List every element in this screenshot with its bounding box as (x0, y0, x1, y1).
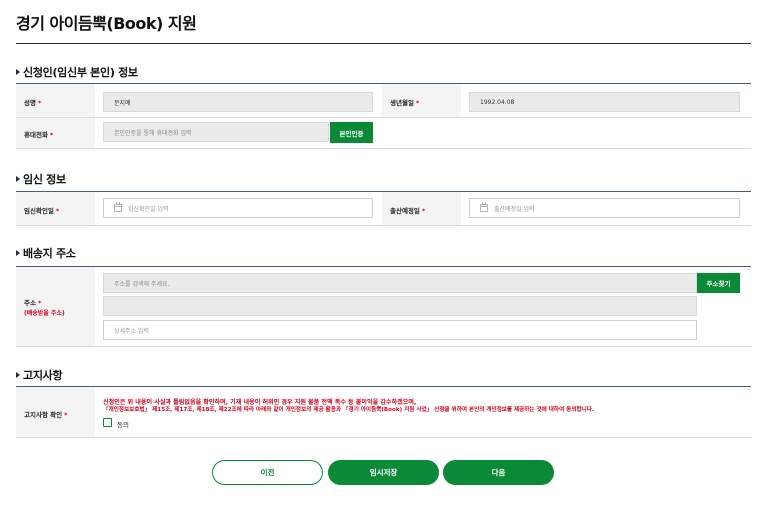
section-title-pregnancy: 임신 정보 (16, 171, 66, 187)
row-divider (16, 148, 751, 149)
triangle-bullet-icon (16, 176, 20, 182)
due-date-label: 출산예정일 * (390, 207, 426, 215)
name-label: 성명 * (24, 99, 42, 107)
triangle-bullet-icon (16, 372, 20, 378)
title-divider (16, 43, 751, 44)
confirm-date-placeholder: 임신확인일 입력 (128, 205, 169, 213)
row-divider (16, 225, 751, 226)
agree-checkbox-label[interactable]: 동의 (117, 419, 129, 429)
address-line2-field (103, 296, 697, 316)
prev-button[interactable]: 이전 (212, 460, 323, 485)
address-label: 주소 * (24, 299, 42, 307)
section-title-applicant: 신청인(임신부 본인) 정보 (16, 64, 138, 80)
confirm-date-label: 임신확인일 * (24, 207, 60, 215)
confirm-date-input[interactable]: 임신확인일 입력 (103, 198, 373, 218)
address-search-button[interactable]: 주소찾기 (697, 273, 740, 293)
section-title-shipping-text: 배송지 주소 (23, 247, 76, 260)
row-divider (16, 117, 751, 118)
page-title: 경기 아이듬뿍(Book) 지원 (16, 14, 197, 33)
section-title-shipping: 배송지 주소 (16, 245, 76, 261)
address-detail-input[interactable]: 상세주소 입력 (103, 320, 697, 340)
section-title-applicant-text: 신청인(임신부 본인) 정보 (23, 66, 138, 79)
triangle-bullet-icon (16, 69, 20, 75)
birth-field: 1992.04.08 (469, 92, 740, 112)
section-title-pregnancy-text: 임신 정보 (23, 173, 66, 186)
section-title-notice: 고지사항 (16, 367, 63, 383)
calendar-icon[interactable] (480, 202, 488, 212)
verify-button[interactable]: 본인인증 (330, 122, 373, 143)
notice-text-line2: 「개인정보보호법」 제15조, 제17조, 제18조, 제22조에 따라 아래와… (103, 407, 595, 413)
phone-field: 본인인증을 통해 휴대전화 입력 (103, 122, 329, 142)
agree-checkbox[interactable] (103, 418, 112, 427)
next-button[interactable]: 다음 (443, 460, 554, 485)
address-search-field: 주소를 검색해 주세요. (103, 273, 697, 293)
row-divider (16, 346, 751, 347)
temp-save-button[interactable]: 임시저장 (328, 460, 439, 485)
due-date-input[interactable]: 출산예정일 입력 (469, 198, 740, 218)
address-sublabel: (배송받을 주소) (24, 310, 65, 317)
section-divider (16, 386, 751, 387)
phone-label: 휴대전화 * (24, 131, 54, 139)
notice-confirm-label: 고지사항 확인 * (24, 411, 68, 419)
name-field: 문지예 (103, 92, 373, 112)
row-divider (16, 437, 751, 438)
section-divider (16, 266, 751, 267)
triangle-bullet-icon (16, 250, 20, 256)
section-title-notice-text: 고지사항 (23, 369, 63, 382)
birth-label: 생년월일 * (390, 99, 420, 107)
due-date-placeholder: 출산예정일 입력 (494, 205, 535, 213)
calendar-icon[interactable] (114, 202, 122, 212)
